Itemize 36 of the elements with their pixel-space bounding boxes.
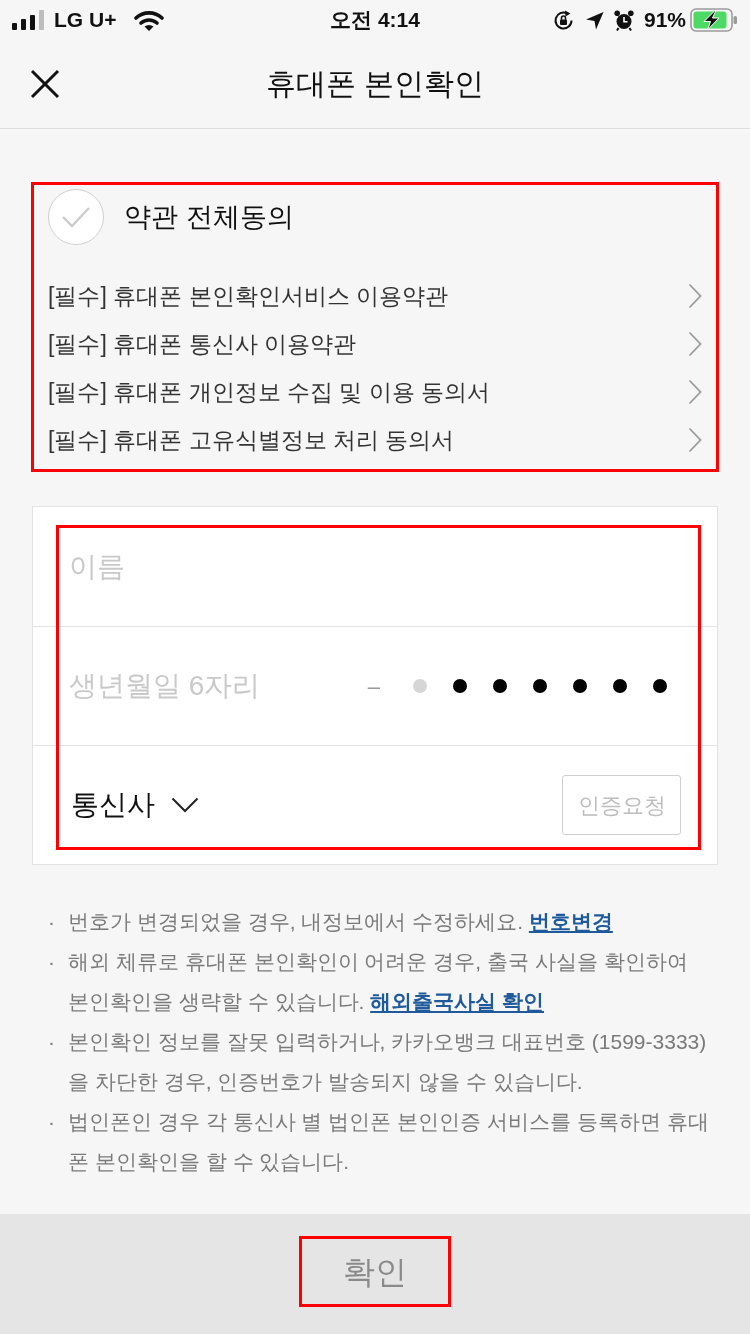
clock-text: 오전 4:14 [330, 7, 420, 34]
agree-all-checkbox[interactable] [48, 189, 104, 245]
note-text: 법인폰인 경우 각 통신사 별 법인폰 본인인증 서비스를 등록하면 휴대폰 본인확인을 할 수 있습니다. [68, 1109, 710, 1175]
chevron-right-icon [688, 427, 702, 453]
chevron-right-icon [688, 331, 702, 357]
chevron-right-icon [688, 379, 702, 405]
bullet-text: · [48, 949, 56, 975]
terms-link[interactable]: [필수] 휴대폰 개인정보 수집 및 이용 동의서 [48, 368, 702, 416]
note-link[interactable]: 번호변경 [528, 910, 613, 933]
battery-text: 91% [643, 7, 686, 34]
signal-icon [12, 10, 44, 30]
location-arrow-icon [584, 10, 604, 30]
page-title: 휴대폰 본인확인 [265, 66, 485, 102]
alarm-clock-icon [613, 9, 634, 31]
note-text: 본인확인 정보를 잘못 입력하거나, 카카오뱅크 대표번호 (1599-3333)을 차단한 경우, 인증번호가 발송되지 않을 수 있습니다. [68, 1029, 708, 1095]
terms-link[interactable]: [필수] 휴대폰 통신사 이용약관 [48, 320, 702, 368]
carrier-text: LG U+ [54, 7, 117, 34]
rotation-lock-icon [552, 9, 574, 31]
close-button[interactable] [30, 69, 60, 99]
terms-link[interactable]: [필수] 휴대폰 고유식별정보 처리 동의서 [48, 416, 702, 464]
bullet-text: · [48, 909, 56, 935]
terms-link[interactable]: [필수] 휴대폰 본인확인서비스 이용약관 [48, 272, 702, 320]
close-icon [30, 69, 60, 99]
note-link[interactable]: 해외출국사실 확인 [370, 990, 545, 1013]
wifi-icon [134, 9, 165, 31]
carrier-dropdown[interactable]: 통신사 [69, 784, 203, 826]
check-icon [61, 206, 91, 228]
hyphen-text: – [367, 672, 380, 701]
battery-charging-icon [690, 8, 738, 32]
note-text: 번호가 변경되었을 경우, 내정보에서 수정하세요. 번호변경 [68, 909, 614, 935]
bullet-text: · [48, 1029, 56, 1055]
chevron-down-icon [171, 797, 199, 813]
note-text: 해외 체류로 휴대폰 본인확인이 어려운 경우, 출국 사실을 확인하여 본인확인을 생략할 수 있습니다. 해외출국사실 확인 [68, 949, 689, 1015]
agree-all-label: 약관 전체동의 [124, 200, 294, 234]
bullet-text: · [48, 1109, 56, 1135]
chevron-right-icon [688, 283, 702, 309]
